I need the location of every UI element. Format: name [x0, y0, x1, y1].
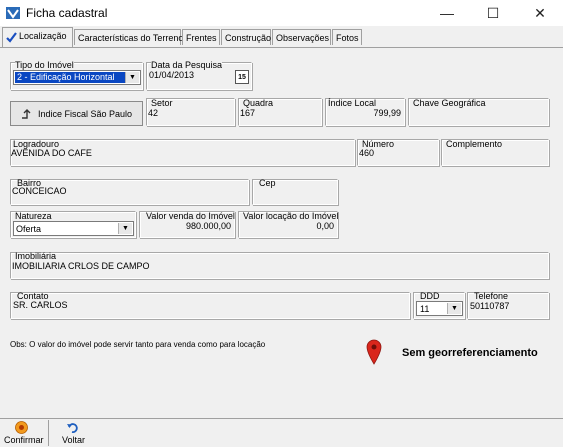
logradouro-input[interactable]: AVENIDA DO CAFE [11, 148, 92, 158]
valor-locacao-input[interactable]: 0,00 [316, 221, 334, 231]
geo-status: Sem georreferenciamento [402, 347, 538, 359]
close-button[interactable]: ✕ [517, 0, 563, 26]
tipo-imovel-label: Tipo do Imóvel [15, 60, 74, 70]
tipo-imovel-select[interactable]: 2 - Edificação Horizontal ▼ [13, 70, 141, 85]
window-title: Ficha cadastral [26, 6, 108, 20]
back-button[interactable]: Voltar [55, 420, 93, 446]
complemento-label: Complemento [446, 139, 503, 149]
chevron-down-icon[interactable]: ▼ [447, 303, 461, 314]
tipo-imovel-value: 2 - Edificação Horizontal [15, 72, 125, 83]
contato-group: Contato SR. CARLOS [10, 291, 410, 319]
valor-locacao-group: Valor locação do Imóvel 0,00 [238, 211, 338, 238]
tab-strip: Localização Características do Terreno F… [0, 27, 563, 48]
tab-label: Fotos [336, 33, 359, 43]
chave-geografica-label: Chave Geográfica [413, 98, 486, 108]
valor-venda-input[interactable]: 980.000,00 [186, 221, 231, 231]
imobiliaria-label: Imobiliária [15, 251, 57, 261]
tab-label: Observações [276, 33, 330, 43]
tipo-imovel-group: Tipo do Imóvel 2 - Edificação Horizontal… [10, 60, 143, 90]
bottom-toolbar: Confirmar Voltar [0, 418, 563, 447]
natureza-select[interactable]: Oferta ▼ [13, 221, 134, 236]
data-pesquisa-group: Data da Pesquisa 01/04/2013 15 [146, 60, 252, 90]
check-icon [6, 32, 17, 43]
contato-input[interactable]: SR. CARLOS [13, 300, 68, 310]
setor-input[interactable]: 42 [148, 108, 158, 118]
cep-group: Cep [252, 178, 338, 205]
tab-localizacao[interactable]: Localização [2, 27, 73, 47]
indice-local-label: Índice Local [328, 98, 377, 108]
tab-observacoes[interactable]: Observações [272, 29, 331, 45]
arrow-icon [21, 108, 31, 119]
obs-note: Obs: O valor do imóvel pode servir tanto… [10, 340, 266, 349]
natureza-label: Natureza [15, 211, 52, 221]
quadra-group: Quadra 167 [238, 98, 322, 126]
telefone-label: Telefone [474, 291, 509, 301]
tab-label: Localização [19, 31, 67, 41]
map-pin-icon [366, 339, 382, 365]
tab-label: Características do Terreno [78, 33, 184, 43]
numero-group: Número 460 [357, 139, 439, 166]
natureza-value: Oferta [16, 224, 42, 234]
setor-group: Setor 42 [146, 98, 235, 126]
ddd-value: 11 [420, 304, 430, 314]
telefone-group: Telefone 50110787 [467, 291, 549, 319]
confirm-icon [15, 421, 28, 434]
quadra-input[interactable]: 167 [240, 108, 255, 118]
tab-frentes[interactable]: Frentes [182, 29, 220, 45]
cep-label: Cep [259, 178, 276, 188]
minimize-button[interactable]: — [424, 0, 470, 26]
calendar-icon[interactable]: 15 [235, 70, 249, 84]
indice-fiscal-label: Indice Fiscal São Paulo [37, 108, 133, 119]
logradouro-group: Logradouro AVENIDA DO CAFE [10, 139, 355, 166]
back-label: Voltar [62, 435, 86, 445]
imobiliaria-input[interactable]: IMOBILIARIA CRLOS DE CAMPO [12, 261, 150, 271]
indice-fiscal-button[interactable]: Indice Fiscal São Paulo [10, 101, 143, 126]
title-bar: Ficha cadastral — ☐ ✕ [0, 0, 563, 26]
valor-venda-group: Valor venda do Imóvel 980.000,00 [139, 211, 235, 238]
quadra-label: Quadra [243, 98, 274, 108]
tab-fotos[interactable]: Fotos [332, 29, 362, 45]
indice-local-input[interactable]: 799,99 [373, 108, 401, 118]
tab-construcao[interactable]: Construção [221, 29, 271, 45]
bairro-group: Bairro CONCEICAO [10, 178, 249, 205]
bairro-input[interactable]: CONCEICAO [12, 186, 67, 196]
undo-icon [67, 423, 78, 433]
valor-locacao-label: Valor locação do Imóvel [243, 211, 339, 221]
ddd-select[interactable]: 11 ▼ [416, 301, 463, 316]
maximize-button[interactable]: ☐ [470, 0, 516, 26]
tab-label: Frentes [186, 33, 217, 43]
numero-input[interactable]: 460 [359, 148, 374, 158]
indice-local-group: Índice Local 799,99 [325, 98, 405, 126]
setor-label: Setor [151, 98, 173, 108]
telefone-input[interactable]: 50110787 [470, 301, 509, 311]
ddd-label: DDD [420, 291, 440, 301]
complemento-group: Complemento [441, 139, 549, 166]
confirm-label: Confirmar [4, 435, 44, 445]
natureza-group: Natureza Oferta ▼ [10, 211, 136, 238]
toolbar-divider [48, 420, 49, 446]
tab-caracteristicas[interactable]: Características do Terreno [74, 29, 184, 45]
valor-venda-label: Valor venda do Imóvel [146, 211, 235, 221]
app-icon [6, 7, 20, 19]
tab-label: Construção [225, 33, 272, 43]
imobiliaria-group: Imobiliária IMOBILIARIA CRLOS DE CAMPO [10, 251, 549, 279]
ddd-group: DDD 11 ▼ [413, 291, 465, 319]
chevron-down-icon[interactable]: ▼ [118, 223, 132, 234]
chave-geografica-group: Chave Geográfica [408, 98, 549, 126]
chevron-down-icon[interactable]: ▼ [125, 72, 139, 83]
confirm-button[interactable]: Confirmar [0, 420, 46, 446]
